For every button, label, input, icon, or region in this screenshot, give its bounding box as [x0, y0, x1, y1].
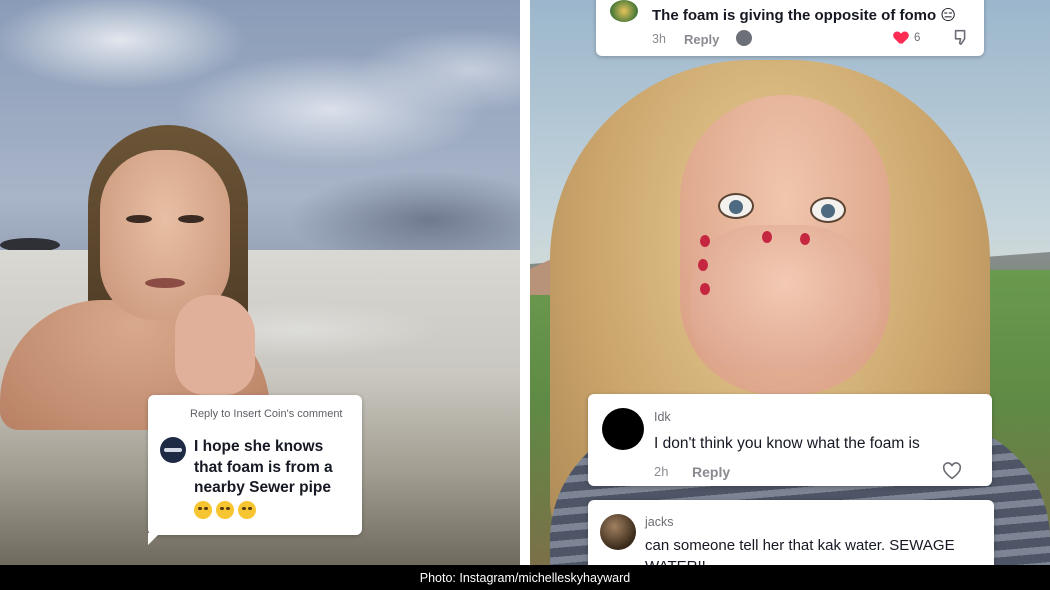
mouth — [145, 278, 185, 288]
nail — [698, 259, 708, 271]
reply-button[interactable]: Reply — [692, 464, 730, 480]
comment-card: Idk I don't think you know what the foam… — [588, 394, 992, 486]
divider — [520, 0, 530, 565]
grinning-face-with-sweat-icon — [194, 500, 212, 519]
heart-icon[interactable] — [894, 32, 908, 45]
comment-username[interactable]: Idk — [654, 410, 671, 424]
commenter-avatar[interactable] — [602, 408, 644, 450]
speech-tail — [148, 533, 160, 545]
photo-credit-bar: Photo: Instagram/michelleskyhayward — [0, 565, 1050, 590]
grinning-face-with-sweat-icon — [238, 500, 256, 519]
reply-button[interactable]: Reply — [684, 32, 719, 47]
emoji-row — [194, 500, 352, 519]
nail — [700, 283, 710, 295]
eye — [718, 193, 754, 219]
comment-time: 3h — [652, 32, 666, 46]
photo-credit: Photo: Instagram/michelleskyhayward — [419, 570, 631, 585]
dislike-icon[interactable] — [952, 28, 970, 46]
eye — [178, 215, 204, 223]
comment-card: The foam is giving the opposite of fomo … — [596, 0, 984, 56]
eye — [810, 197, 846, 223]
commenter-avatar[interactable] — [600, 514, 636, 550]
grinning-face-with-sweat-icon — [216, 500, 234, 519]
comment-text: I don't think you know what the foam is — [654, 435, 920, 452]
hand — [175, 295, 255, 395]
creator-liked-avatar — [736, 30, 752, 46]
nail — [700, 235, 710, 247]
eye — [126, 215, 152, 223]
commenter-avatar[interactable] — [160, 437, 186, 463]
comment-text: can someone tell her that kak water. SEW… — [645, 537, 955, 554]
reply-to-label: Reply to Insert Coin's comment — [190, 408, 343, 420]
left-photo: Reply to Insert Coin's comment I hope sh… — [0, 0, 520, 565]
heart-outline-icon[interactable] — [942, 462, 962, 480]
reply-comment-card: Reply to Insert Coin's comment I hope sh… — [148, 395, 362, 545]
comment-time: 2h — [654, 464, 669, 479]
commenter-avatar[interactable] — [610, 0, 638, 22]
nail — [800, 233, 810, 245]
nail — [762, 231, 772, 243]
comment-card: jacks can someone tell her that kak wate… — [588, 500, 994, 575]
comment-text: The foam is giving the opposite of fomo … — [652, 7, 956, 24]
comment-username[interactable]: jacks — [645, 515, 673, 529]
like-count: 6 — [914, 32, 921, 44]
reply-comment-text: I hope she knows that foam is from a nea… — [194, 438, 333, 496]
hand-over-mouth — [690, 225, 880, 370]
